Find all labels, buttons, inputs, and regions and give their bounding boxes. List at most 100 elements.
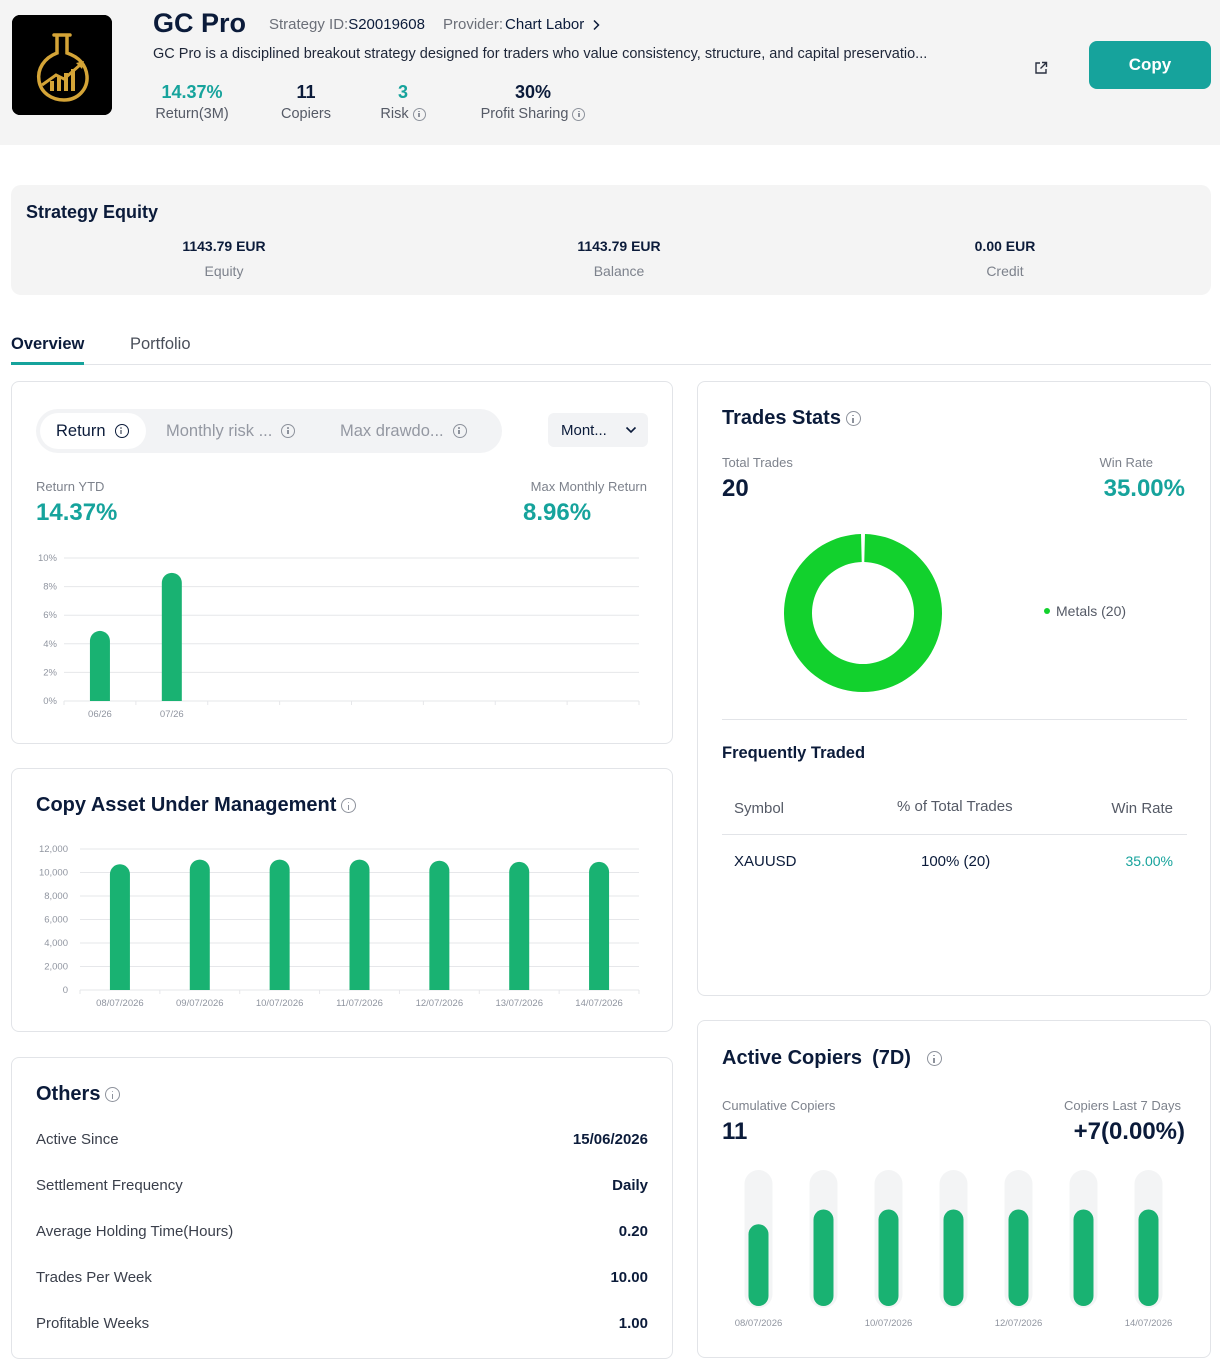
balance-value: 1143.79 EUR Balance [577, 238, 661, 279]
active-copiers-period: (7D) [872, 1047, 911, 1069]
copiers-bar [1008, 1209, 1029, 1306]
y-tick-label: 12,000 [39, 844, 68, 855]
copiers-last-7-days-label: Copiers Last 7 Days [1063, 1098, 1181, 1113]
aum-bar [429, 860, 450, 990]
return-ytd-label: Return YTD [36, 479, 105, 494]
return-bar [161, 572, 182, 701]
segment-monthly-risk[interactable]: Monthly risk ... [150, 413, 320, 449]
x-tick-label: 10/07/2026 [865, 1318, 913, 1329]
x-tick-label: 14/07/2026 [575, 998, 623, 1009]
copiers-bar [813, 1209, 834, 1306]
info-icon[interactable] [341, 798, 357, 813]
copiers-bar [748, 1224, 769, 1306]
external-link-icon[interactable] [1033, 60, 1049, 76]
column-symbol: Symbol [734, 800, 785, 817]
x-tick-label: 08/07/2026 [735, 1318, 783, 1329]
strategy-header: GC Pro Strategy ID:S20019608 Provider: Ch… [0, 0, 1220, 145]
frequently-traded-title: Frequently Traded [722, 744, 866, 762]
column-pct-total: % of Total Trades [897, 798, 1013, 815]
win-rate-value: 35.00% [1103, 475, 1185, 502]
row-active-since: Active Since 15/06/2026 [36, 1131, 648, 1148]
info-icon[interactable] [114, 424, 129, 438]
y-tick-label: 0 [63, 985, 68, 996]
y-tick-label: 2% [43, 667, 57, 678]
row-average-holding-time: Average Holding Time(Hours) 0.20 [36, 1223, 648, 1240]
return-ytd-value: 14.37% [36, 499, 118, 526]
aum-bar-chart: 0 2,000 4,000 6,000 8,000 10,000 12,000 08/07/2… [39, 844, 640, 1009]
y-tick-label: 0% [43, 696, 57, 707]
cumulative-copiers-label: Cumulative Copiers [722, 1098, 836, 1113]
tab-portfolio[interactable]: Portfolio [130, 335, 191, 354]
active-copiers-title: Active Copiers [722, 1047, 863, 1069]
y-tick-label: 4,000 [44, 938, 68, 949]
copiers-bar [878, 1209, 899, 1306]
max-monthly-value: 8.96% [523, 499, 592, 526]
equity-value: 1143.79 EUR Equity [182, 238, 266, 279]
info-icon[interactable] [281, 424, 296, 438]
copy-button[interactable]: Copy [1089, 41, 1211, 89]
copiers-bar [943, 1209, 964, 1306]
stat-copiers: 11 Copiers [281, 82, 331, 122]
trades-stats-card: Trades Stats Total Trades 20 Win Rate 35… [697, 381, 1211, 996]
strategy-description: GC Pro is a disciplined breakout strateg… [153, 46, 928, 62]
provider-link[interactable]: Provider: Chart Labor [443, 16, 602, 33]
aum-card: Copy Asset Under Management 0 2,000 4,000 6… [11, 768, 673, 1032]
copiers-bar-chart: 08/07/2026 10/07/2026 12/07/2026 14/07/2026 [735, 1170, 1173, 1329]
segment-max-drawdown[interactable]: Max drawdo... [324, 413, 498, 449]
return-bar [89, 630, 110, 701]
others-card: Others Active Since 15/06/2026 Settlement… [11, 1057, 673, 1359]
stat-risk: 3 Risk [378, 82, 428, 122]
max-monthly-label: Max Monthly Return [530, 479, 647, 494]
segment-return[interactable]: Return [40, 413, 146, 449]
credit-value: 0.00 EUR Credit [974, 238, 1036, 279]
divider [722, 719, 1187, 720]
x-tick-label: 12/07/2026 [995, 1318, 1043, 1329]
copiers-bar [1138, 1209, 1159, 1306]
aum-bar [189, 859, 210, 990]
aum-title: Copy Asset Under Management [36, 794, 337, 816]
y-tick-label: 4% [43, 639, 57, 650]
info-icon[interactable] [572, 107, 586, 121]
y-tick-label: 8% [43, 582, 57, 593]
strategy-id: Strategy ID:S20019608 [269, 16, 425, 33]
y-tick-label: 10,000 [39, 868, 68, 879]
cumulative-copiers-value: 11 [722, 1118, 748, 1145]
strategy-equity-panel: Strategy Equity 1143.79 EUR Equity 1143.7… [11, 185, 1211, 295]
donut-slice-metals [784, 534, 942, 692]
info-icon[interactable] [452, 424, 467, 438]
x-tick-label: 11/07/2026 [336, 998, 383, 1009]
tab-overview[interactable]: Overview [11, 335, 85, 365]
active-copiers-card: Active Copiers (7D) Cumulative Copiers 1… [697, 1020, 1211, 1358]
row-trades-per-week: Trades Per Week 10.00 [36, 1269, 648, 1286]
row-profitable-weeks: Profitable Weeks 1.00 [36, 1315, 648, 1332]
aum-bar [349, 859, 370, 990]
return-bar-chart: 0% 2% 4% 6% 8% 10% 06/26 07/26 [38, 553, 640, 720]
x-tick-label: 07/26 [160, 709, 184, 720]
info-icon[interactable] [105, 1087, 121, 1102]
y-tick-label: 6,000 [44, 915, 68, 926]
x-tick-label: 06/26 [88, 709, 112, 720]
aum-bar [269, 859, 290, 990]
strategy-title: GC Pro [153, 8, 247, 38]
period-dropdown[interactable]: Mont... [548, 413, 648, 447]
chevron-down-icon [625, 426, 637, 434]
aum-bar [509, 861, 530, 990]
stat-return: 14.37% Return(3M) [155, 82, 229, 122]
metric-segmented-control: Return Monthly risk ... Max drawdo... [36, 409, 502, 453]
equity-title: Strategy Equity [26, 202, 159, 222]
asset-donut-chart [784, 534, 942, 692]
y-tick-label: 8,000 [44, 891, 68, 902]
copiers-last-7-days-value: +7(0.00%) [1073, 1118, 1185, 1145]
y-tick-label: 2,000 [44, 962, 68, 973]
info-icon[interactable] [845, 411, 861, 426]
total-trades-value: 20 [722, 475, 749, 502]
info-icon[interactable] [412, 107, 426, 121]
chevron-right-icon [593, 19, 600, 30]
total-trades-label: Total Trades [722, 455, 793, 470]
win-rate-label: Win Rate [1099, 455, 1153, 470]
info-icon[interactable] [926, 1051, 942, 1066]
main-tabs: Overview Portfolio [11, 333, 1211, 365]
cell-pct-total: 100% (20) [921, 853, 991, 870]
strategy-logo [12, 15, 112, 115]
x-tick-label: 14/07/2026 [1125, 1318, 1173, 1329]
